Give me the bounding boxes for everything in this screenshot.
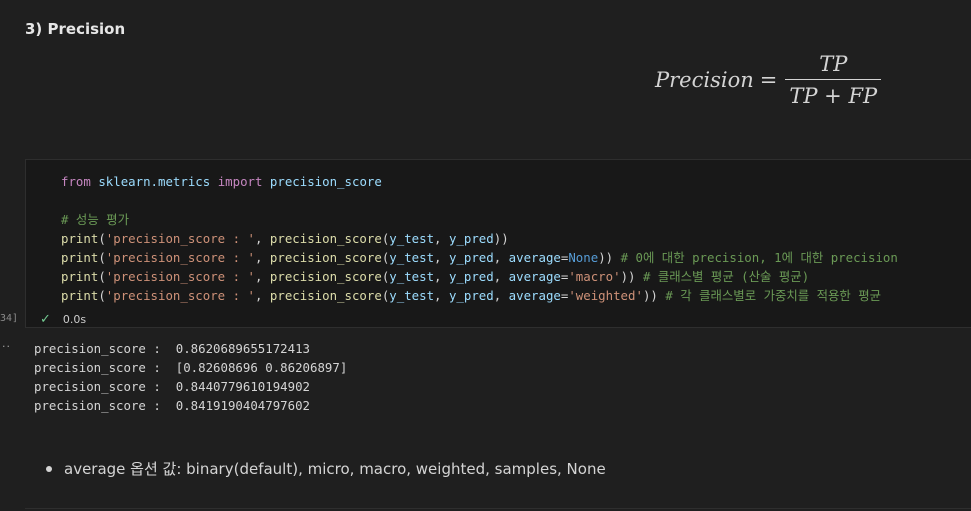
precision-formula: Precision = TP TP + FP	[655, 52, 882, 108]
code-line-2: # 성능 평가	[61, 212, 129, 227]
list-item: average 옵션 값: binary(default), micro, ma…	[46, 458, 606, 479]
formula-denominator: TP + FP	[789, 84, 878, 108]
formula-lhs: Precision	[655, 68, 754, 92]
code-line-4: print('precision_score : ', precision_sc…	[61, 250, 898, 265]
bullet-dot-icon	[46, 465, 52, 472]
formula-numerator: TP	[819, 52, 848, 76]
execution-count: 34]	[0, 313, 19, 324]
output-line: precision_score : 0.8419190404797602	[34, 398, 311, 413]
check-icon: ✓	[40, 312, 51, 327]
cell-divider	[25, 508, 971, 509]
markdown-heading: 3) Precision	[25, 20, 126, 38]
output-line: precision_score : 0.8620689655172413	[34, 341, 311, 356]
notebook-page: 3) Precision Precision = TP TP + FP 34] …	[0, 0, 971, 511]
output-menu-icon[interactable]: ··	[2, 340, 11, 353]
markdown-bullet-list: average 옵션 값: binary(default), micro, ma…	[46, 458, 606, 479]
code-line-5: print('precision_score : ', precision_sc…	[61, 269, 810, 284]
code-line-3: print('precision_score : ', precision_sc…	[61, 231, 509, 246]
code-line-1: from sklearn.metrics import precision_sc…	[61, 174, 382, 189]
bullet-text: average 옵션 값: binary(default), micro, ma…	[64, 460, 606, 478]
code-cell[interactable]: from sklearn.metrics import precision_sc…	[25, 159, 971, 328]
formula-fraction: TP TP + FP	[785, 52, 882, 108]
cell-output: precision_score : 0.8620689655172413 pre…	[34, 339, 347, 415]
code-line-6: print('precision_score : ', precision_sc…	[61, 288, 882, 303]
output-line: precision_score : 0.8440779610194902	[34, 379, 311, 394]
code-editor[interactable]: from sklearn.metrics import precision_sc…	[61, 172, 898, 305]
formula-equals: =	[759, 68, 778, 92]
run-time: 0.0s	[62, 313, 87, 326]
output-line: precision_score : [0.82608696 0.86206897…	[34, 360, 348, 375]
cell-run-status: ✓ 0.0s	[40, 312, 86, 327]
